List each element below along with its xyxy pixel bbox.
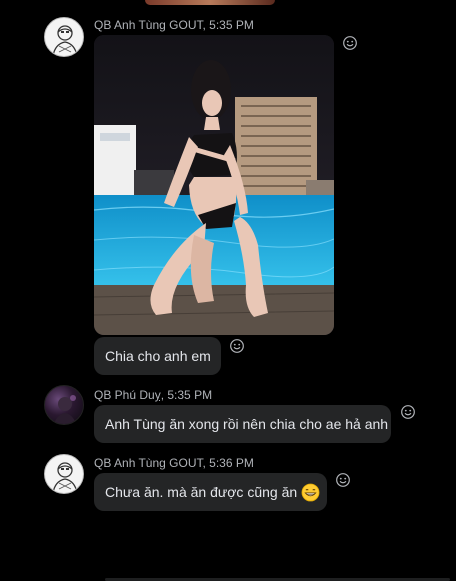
message-meta: QB Phú Duỵ, 5:35 PM [94,388,213,402]
message-photo[interactable] [94,35,334,335]
smiley-reaction-icon[interactable] [335,472,351,488]
sketch-avatar-image [52,462,78,493]
sketch-avatar-image [52,25,78,56]
sender-avatar[interactable] [44,385,84,425]
message-text: Chưa ăn. mà ăn được cũng ăn [105,484,298,500]
message-bubble[interactable]: Chưa ăn. mà ăn được cũng ăn [94,473,327,511]
sender-name: QB Anh Tùng GOUT [94,18,203,32]
grinning-face-emoji [301,483,320,502]
smiley-reaction-icon[interactable] [229,338,245,354]
sender-name: QB Anh Tùng GOUT [94,456,203,470]
message-time: 5:35 PM [167,388,213,402]
message-text: Chia cho anh em [105,348,211,364]
message-bubble[interactable]: Chia cho anh em [94,337,221,375]
message-text: Anh Tùng ăn xong rồi nên chia cho ae hả … [105,416,389,432]
sender-avatar[interactable] [44,17,84,57]
smiley-reaction-icon[interactable] [342,35,358,51]
previous-photo-edge [145,0,275,5]
message-bubble[interactable]: Anh Tùng ăn xong rồi nên chia cho ae hả … [94,405,391,443]
message-meta: QB Anh Tùng GOUT, 5:36 PM [94,456,254,470]
dark-avatar-image [53,395,77,424]
sender-name: QB Phú Duỵ [94,388,161,402]
message-time: 5:36 PM [209,456,254,470]
message-time: 5:35 PM [209,18,254,32]
swimsuit-photo-image [94,35,334,335]
chat-message-list: QB Anh Tùng GOUT, 5:35 PM Chia cho anh e… [0,0,456,581]
message-meta: QB Anh Tùng GOUT, 5:35 PM [94,18,254,32]
smiley-reaction-icon[interactable] [400,404,416,420]
sender-avatar[interactable] [44,454,84,494]
